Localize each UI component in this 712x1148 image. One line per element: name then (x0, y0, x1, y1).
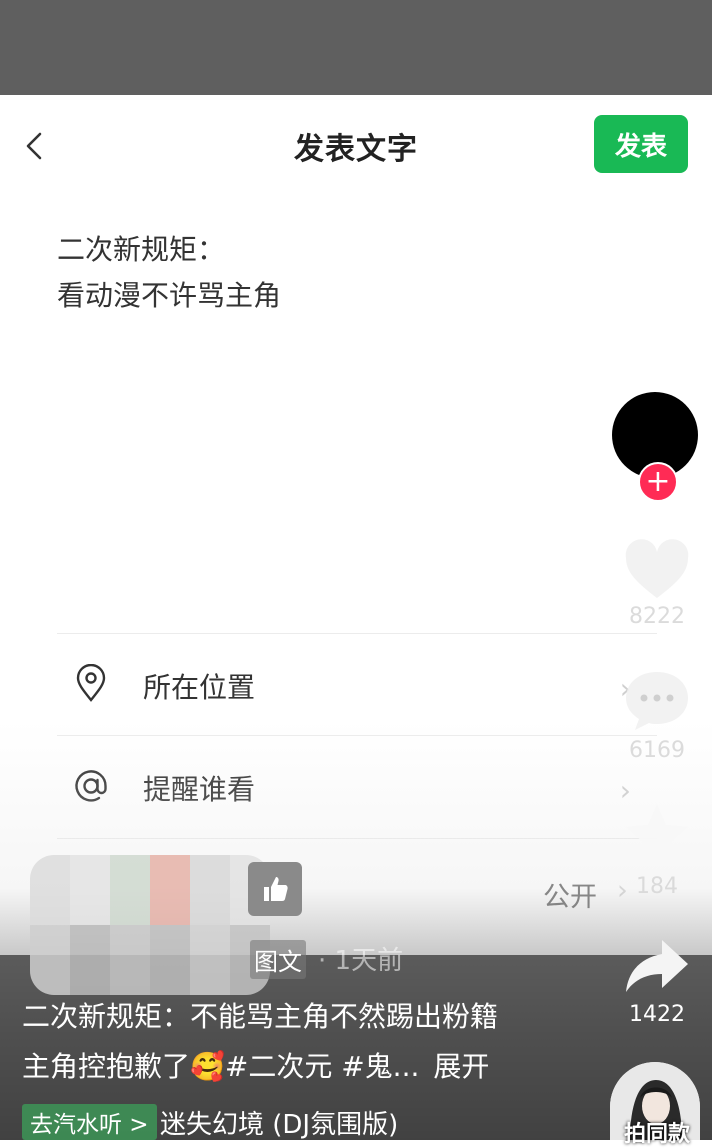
comment-icon[interactable] (622, 666, 692, 736)
music-name[interactable]: 迷失幻境 (DJ氛围版) (160, 1104, 398, 1141)
visibility-value: 公开 (543, 882, 597, 913)
location-pin-icon (71, 663, 111, 704)
post-text-input[interactable]: 二次新规矩： 看动漫不许骂主角 (57, 227, 281, 319)
blurred-username (30, 855, 270, 995)
location-label: 所在位置 (143, 671, 256, 704)
heart-icon[interactable] (622, 536, 692, 606)
shoot-same-label: 拍同款 (623, 1122, 690, 1147)
mention-row[interactable]: 提醒谁看 › (57, 735, 657, 838)
comment-count: 6169 (629, 738, 685, 763)
follow-button[interactable]: + (638, 462, 678, 502)
mention-label: 提醒谁看 (143, 773, 256, 806)
caption-line: 二次新规矩：不能骂主角不然踢出粉籍 (22, 1000, 499, 1033)
music-app-tag[interactable]: 去汽水听 > (22, 1104, 157, 1140)
favorite-count: 184 (636, 874, 678, 899)
like-count: 8222 (629, 604, 685, 629)
expand-link[interactable]: 展开 (433, 1050, 489, 1083)
caption-line-2: 主角控抱歉了🥰#二次元 #鬼... 展开 (22, 1042, 622, 1092)
status-bar-overlay (0, 0, 712, 95)
publish-button[interactable]: 发表 (594, 115, 688, 173)
post-time: · 1天前 (318, 946, 404, 976)
thumbs-up-icon[interactable] (248, 862, 302, 916)
post-text-line: 看动漫不许骂主角 (57, 279, 282, 312)
location-row[interactable]: 所在位置 › (57, 633, 657, 736)
post-type-tag: 图文 (250, 940, 306, 979)
at-sign-icon (71, 766, 111, 806)
star-icon[interactable] (622, 800, 692, 870)
post-caption: 二次新规矩：不能骂主角不然踢出粉籍 主角控抱歉了🥰#二次元 #鬼... 展开 (22, 992, 622, 1092)
post-text-line: 二次新规矩： (57, 233, 226, 266)
share-icon[interactable] (622, 932, 692, 1002)
share-count: 1422 (629, 1002, 685, 1027)
caption-line: 主角控抱歉了🥰#二次元 #鬼... (22, 1050, 420, 1083)
